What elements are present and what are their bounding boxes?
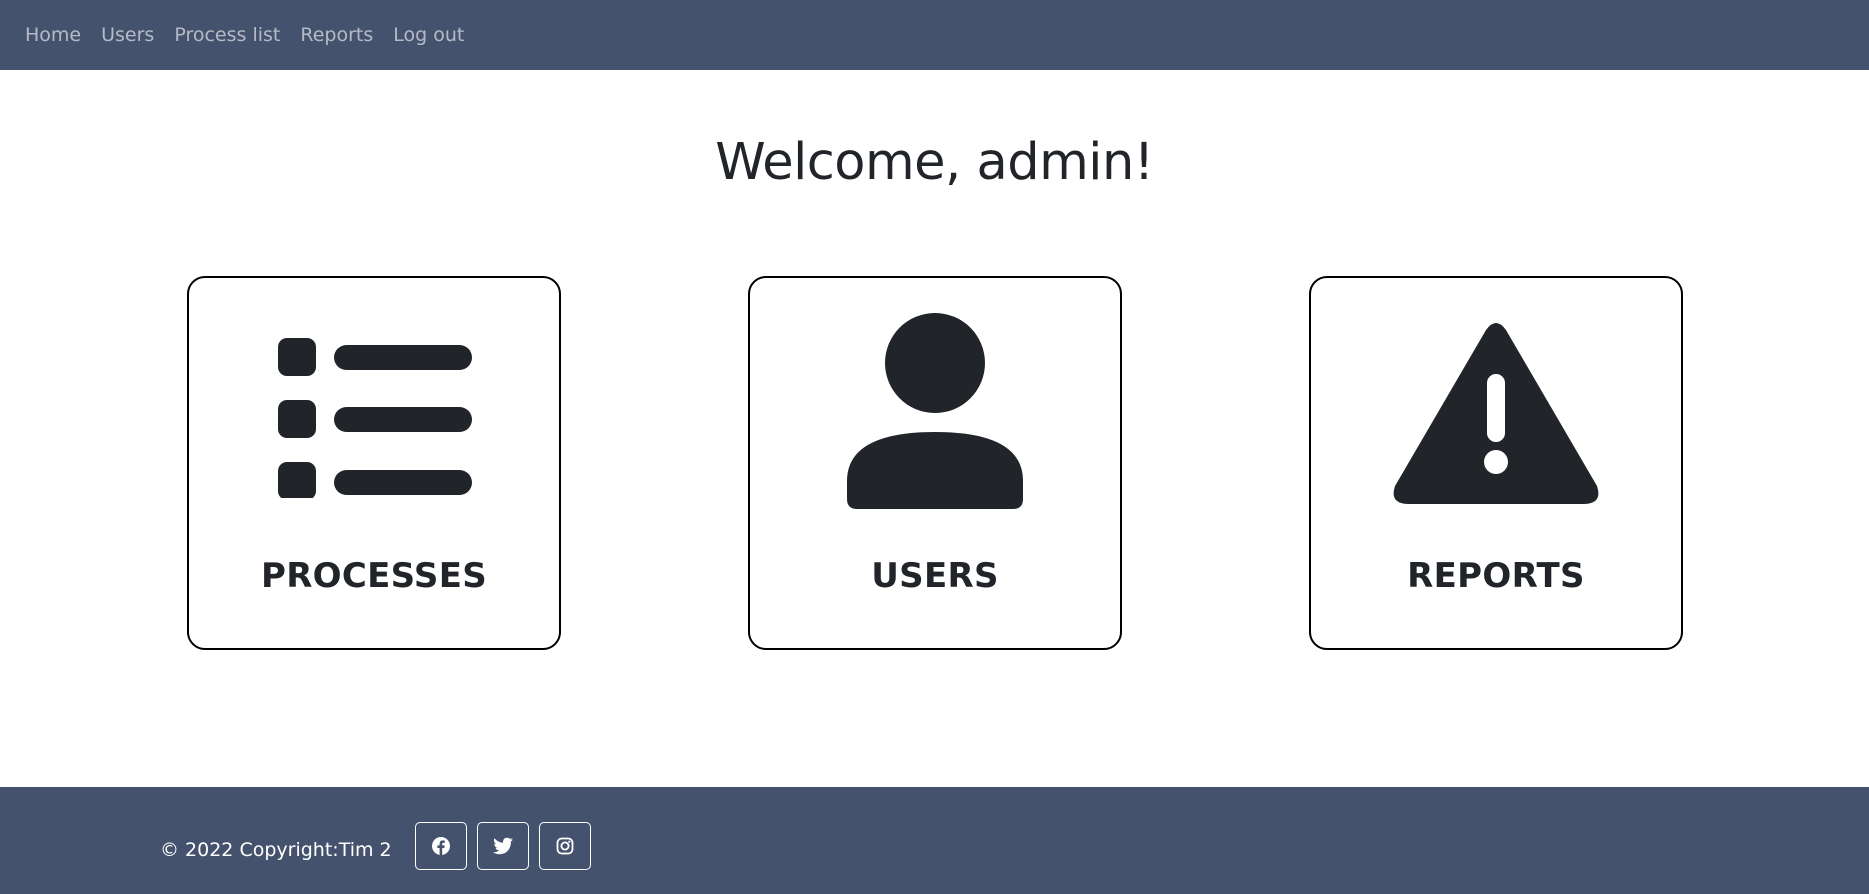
list-icon [189,278,559,548]
welcome-heading: Welcome, admin! [715,133,1154,192]
twitter-button[interactable] [477,822,529,870]
copyright-year: 2022 [185,839,234,861]
processes-card-label: PROCESSES [260,556,488,596]
copyright-owner: Tim 2 [338,839,392,861]
nav-link-reports[interactable]: Reports [300,24,373,46]
users-card[interactable]: USERS [748,276,1122,650]
facebook-icon [431,836,451,856]
processes-card[interactable]: PROCESSES [187,276,561,650]
nav-link-process-list[interactable]: Process list [174,24,280,46]
copyright-symbol: © [160,839,179,861]
copyright-label: Copyright: [239,839,339,861]
instagram-button[interactable] [539,822,591,870]
footer: © 2022 Copyright: Tim 2 [0,787,1869,894]
warning-triangle-icon [1311,278,1681,548]
facebook-button[interactable] [415,822,467,870]
nav-link-users[interactable]: Users [101,24,154,46]
twitter-icon [492,836,514,856]
top-navbar: Home Users Process list Reports Log out [0,0,1869,70]
nav-link-log-out[interactable]: Log out [393,24,464,46]
instagram-icon [556,837,574,855]
copyright-text: © 2022 Copyright: Tim 2 [160,835,392,865]
reports-card-label: REPORTS [1407,556,1585,596]
reports-card[interactable]: REPORTS [1309,276,1683,650]
users-card-label: USERS [871,556,999,596]
nav-link-home[interactable]: Home [25,24,81,46]
person-icon [750,278,1120,548]
